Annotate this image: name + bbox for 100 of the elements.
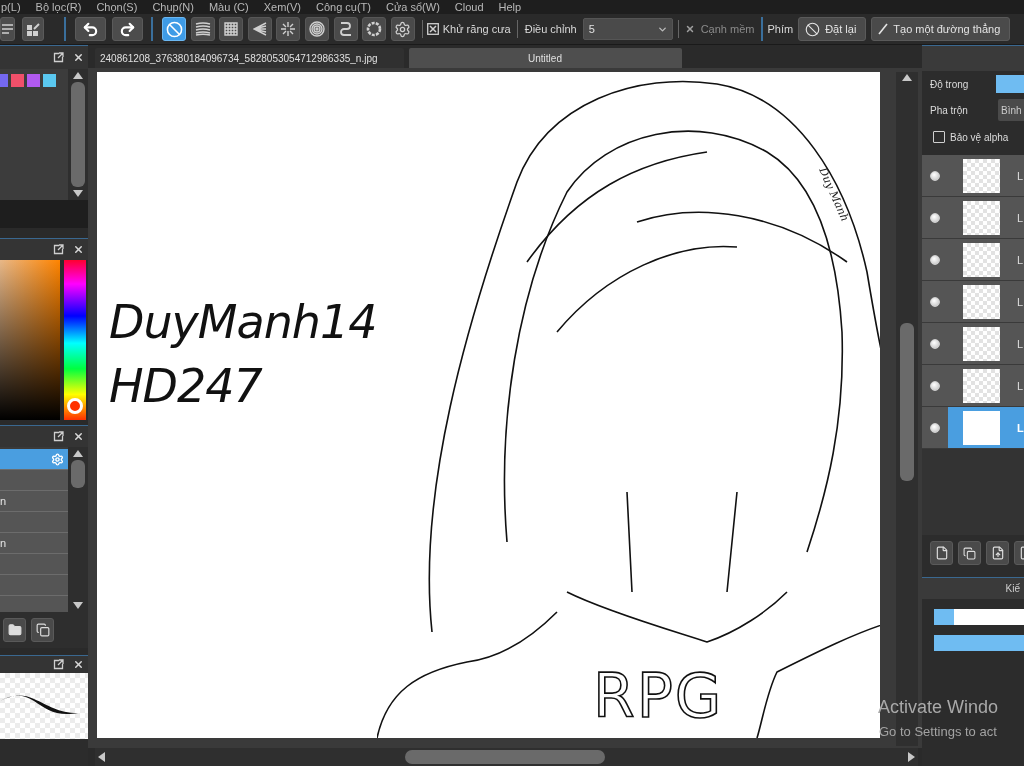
reset-button[interactable]: Đặt lại (798, 17, 867, 41)
up-arrow-icon[interactable] (73, 72, 83, 79)
menu-item[interactable]: p(L) (1, 0, 21, 14)
settings-icon[interactable] (51, 452, 64, 466)
grid-icon (224, 22, 239, 36)
color-swatch[interactable] (43, 74, 56, 87)
layer-name: L (1017, 169, 1024, 182)
brush-list-item[interactable]: n (0, 533, 68, 554)
menu-item[interactable]: Chọn(S) (96, 0, 138, 14)
up-arrow-icon[interactable] (73, 450, 83, 457)
visibility-dot-icon[interactable] (930, 422, 940, 433)
duplicate-button[interactable] (31, 618, 54, 642)
down-arrow-icon[interactable] (73, 602, 83, 609)
left-arrow-icon[interactable] (98, 752, 105, 762)
scrollbar-thumb[interactable] (71, 82, 85, 187)
handwritten-text: HD247 (109, 358, 262, 414)
soft-edge-label: Cạnh mềm (700, 23, 755, 35)
close-icon[interactable] (73, 52, 84, 63)
curve-icon (338, 21, 353, 37)
up-arrow-icon[interactable] (902, 74, 912, 81)
menu-item[interactable]: Help (498, 0, 522, 14)
correction-label: Điều chỉnh (524, 23, 577, 35)
document-tab[interactable]: Untitled (408, 48, 682, 68)
visibility-dot-icon[interactable] (930, 338, 940, 349)
correction-dropdown[interactable]: 5 (582, 18, 673, 40)
menu-item[interactable]: Xem(V) (263, 0, 301, 14)
layer-name: L (1017, 211, 1024, 224)
menu-item[interactable]: Màu (C) (208, 0, 249, 14)
page-icon (934, 546, 949, 560)
visibility-dot-icon[interactable] (930, 212, 940, 223)
snap-tool-button[interactable] (219, 17, 244, 41)
menu-item[interactable]: Công cụ(T) (315, 0, 371, 14)
close-icon[interactable] (73, 244, 84, 255)
menu-item[interactable]: Bộ lọc(R) (35, 0, 82, 14)
layer-name: L (1017, 379, 1024, 392)
close-icon[interactable] (73, 431, 84, 442)
menu-item[interactable]: Chụp(N) (152, 0, 194, 14)
layer-row[interactable]: L (922, 281, 1024, 323)
layer-row[interactable]: L (922, 197, 1024, 239)
settings-icon (394, 20, 412, 38)
line-button[interactable]: Tạo một đường thẳng (871, 17, 1011, 41)
visibility-dot-icon[interactable] (930, 170, 940, 181)
document-tab[interactable]: 240861208_376380184096734_5828053054712986335_n.jpg (95, 48, 404, 68)
menu-item[interactable]: Cửa sổ(W) (386, 0, 440, 14)
undo-button[interactable] (75, 17, 106, 41)
popout-icon[interactable] (53, 431, 64, 442)
brush-list-item[interactable] (0, 449, 68, 470)
circle-slash-icon (165, 20, 183, 38)
opacity-label: Độ trong (930, 78, 970, 90)
right-arrow-icon[interactable] (908, 752, 915, 762)
import-layer-button[interactable] (986, 541, 1009, 565)
visibility-dot-icon[interactable] (930, 296, 940, 307)
down-arrow-icon[interactable] (73, 190, 83, 197)
antialias-label: Khử răng cưa (442, 23, 511, 35)
layer-row[interactable]: L (922, 239, 1024, 281)
scrollbar-thumb[interactable] (71, 460, 85, 488)
scrollbar-thumb[interactable] (900, 323, 914, 481)
layer-name: L (1017, 337, 1024, 350)
blend-dropdown[interactable]: Bình (998, 99, 1024, 121)
panel-toggle-button[interactable] (22, 17, 44, 41)
menu-item[interactable]: Cloud (454, 0, 484, 14)
layer-row[interactable]: L (922, 365, 1024, 407)
popout-icon[interactable] (53, 52, 64, 63)
color-swatch[interactable] (11, 74, 24, 87)
checkbox-icon[interactable] (426, 23, 439, 35)
snap-tool-button[interactable] (190, 17, 215, 41)
hue-slider[interactable] (64, 260, 86, 420)
close-icon[interactable] (73, 659, 84, 670)
snap-tool-button[interactable] (390, 17, 415, 41)
popout-icon[interactable] (53, 659, 64, 670)
snap-tool-button[interactable] (276, 17, 301, 41)
panel-toggle-button[interactable] (0, 17, 15, 41)
snap-tool-button[interactable] (304, 17, 329, 41)
redo-icon (119, 20, 136, 38)
color-swatch[interactable] (27, 74, 40, 87)
blend-label: Pha trộn (930, 104, 969, 116)
layer-row[interactable]: L (922, 155, 1024, 197)
scrollbar-thumb[interactable] (405, 750, 605, 764)
folder-button[interactable] (3, 618, 26, 642)
opacity-slider[interactable] (996, 75, 1024, 93)
visibility-dot-icon[interactable] (930, 380, 940, 391)
protect-alpha-label: Bảo vệ alpha (950, 131, 1009, 143)
checkbox[interactable] (933, 131, 945, 143)
folder-icon (7, 623, 22, 637)
snap-tool-button[interactable] (362, 17, 387, 41)
redo-button[interactable] (112, 17, 143, 41)
slider-track[interactable] (934, 635, 1024, 651)
keys-label: Phím (767, 23, 794, 35)
hue-marker-icon[interactable] (67, 397, 83, 414)
new-layer-button[interactable] (930, 541, 953, 565)
snap-tool-button[interactable] (247, 17, 272, 41)
popout-icon[interactable] (53, 244, 64, 255)
color-gradient-field[interactable] (0, 260, 60, 420)
duplicate-layer-button[interactable] (958, 541, 981, 565)
slider-track[interactable] (934, 609, 1024, 625)
layer-row[interactable]: L (922, 323, 1024, 365)
layer-name: L (1017, 295, 1024, 308)
snap-tool-button[interactable] (333, 17, 358, 41)
brush-list-item[interactable]: n (0, 491, 68, 512)
visibility-dot-icon[interactable] (930, 254, 940, 265)
